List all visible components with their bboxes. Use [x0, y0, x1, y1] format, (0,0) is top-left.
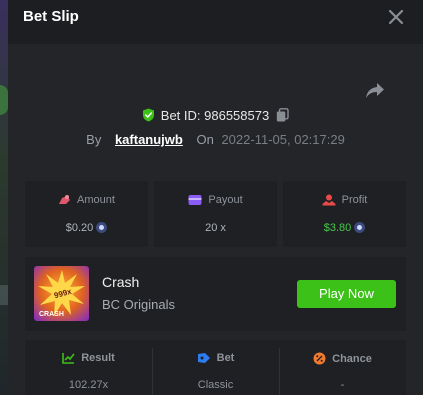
chance-percent-icon — [313, 352, 326, 365]
detail-value: - — [340, 379, 345, 391]
bet-stats: Amount $0.20 Payout 20 x Profit $3.80 — [25, 181, 406, 247]
detail-value: 102.27x — [68, 379, 109, 391]
share-icon[interactable] — [364, 80, 386, 100]
background-page-edge — [0, 0, 8, 395]
detail-chance: Chance - — [279, 340, 406, 395]
bet-details: Result 102.27x Bet Classic Chance - — [25, 340, 406, 395]
copy-icon[interactable] — [276, 108, 289, 122]
bet-slip-modal: Bet Slip Bet ID: 986558573 By kaftanujwb… — [8, 0, 423, 395]
bet-owner-row: By kaftanujwb On 2022-11-05, 02:17:29 — [8, 132, 423, 147]
detail-value: Classic — [197, 379, 234, 391]
stat-profit: Profit $3.80 — [283, 181, 406, 247]
stat-label: Profit — [341, 194, 368, 206]
result-chart-icon — [62, 353, 75, 364]
stat-payout: Payout 20 x — [154, 181, 277, 247]
modal-header: Bet Slip — [8, 0, 423, 44]
play-now-button[interactable]: Play Now — [297, 280, 396, 308]
amount-icon — [59, 195, 71, 204]
coin-icon — [96, 222, 108, 233]
profit-icon — [322, 194, 336, 206]
stat-label: Amount — [77, 194, 115, 206]
stat-value: $3.80 — [323, 222, 352, 234]
verified-shield-icon — [142, 108, 154, 122]
bet-id: Bet ID: 986558573 — [160, 108, 270, 123]
crash-game-thumbnail[interactable]: 999x CRASH — [34, 266, 89, 321]
thumb-label: CRASH — [39, 311, 64, 318]
close-icon[interactable] — [387, 8, 405, 26]
stat-value: 20 x — [205, 222, 226, 234]
game-name: Crash — [102, 274, 140, 290]
detail-bet: Bet Classic — [152, 340, 279, 395]
bet-datetime: 2022-11-05, 02:17:29 — [221, 132, 345, 147]
detail-label: Chance — [332, 353, 372, 365]
stat-label: Payout — [208, 194, 243, 206]
game-card: 999x CRASH Crash BC Originals Play Now — [25, 257, 406, 331]
coin-icon — [354, 222, 366, 233]
background-decoration — [0, 285, 8, 305]
game-provider: BC Originals — [102, 297, 175, 312]
stat-amount: Amount $0.20 — [25, 181, 148, 247]
detail-label: Bet — [216, 352, 235, 364]
on-label: On — [196, 132, 214, 147]
bet-id-row: Bet ID: 986558573 — [8, 108, 423, 128]
background-decoration — [0, 85, 8, 115]
username-link[interactable]: kaftanujwb — [115, 132, 183, 147]
by-label: By — [86, 132, 102, 147]
bet-tag-icon — [197, 353, 210, 363]
detail-label: Result — [81, 352, 115, 364]
stat-value: $0.20 — [65, 222, 94, 234]
modal-title: Bet Slip — [23, 8, 79, 25]
detail-result: Result 102.27x — [25, 340, 152, 395]
payout-wallet-icon — [188, 195, 202, 205]
